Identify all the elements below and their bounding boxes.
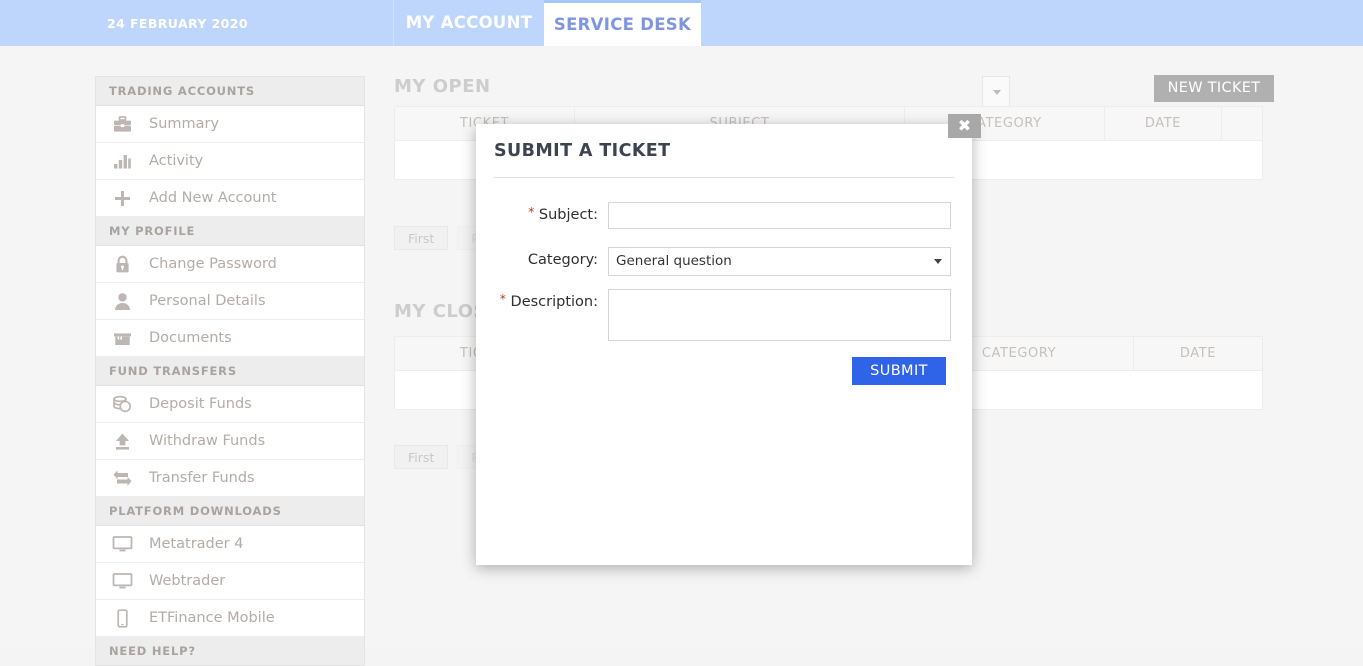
sidebar-item-personal-details[interactable]: Personal Details [96, 283, 364, 320]
category-label: Category: [476, 247, 608, 273]
sidebar-item-label: Deposit Funds [149, 396, 252, 412]
required-asterisk: * [528, 205, 534, 219]
mobile-icon [96, 609, 149, 628]
top-navigation-bar: 24 FEBRUARY 2020 MY ACCOUNT SERVICE DESK [0, 0, 1363, 46]
modal-title: SUBMIT A TICKET [494, 141, 671, 161]
sidebar-item-transfer-funds[interactable]: Transfer Funds [96, 460, 364, 497]
plus-icon [96, 189, 149, 208]
pagination-first-button[interactable]: First [394, 226, 448, 250]
tab-service-desk[interactable]: SERVICE DESK [544, 0, 701, 46]
sidebar-item-summary[interactable]: Summary [96, 106, 364, 143]
sidebar-item-metatrader-4[interactable]: Metatrader 4 [96, 526, 364, 563]
sidebar-item-label: Activity [149, 153, 203, 169]
close-icon[interactable]: ✖ [948, 114, 981, 138]
pagination-first-button[interactable]: First [394, 445, 448, 469]
column-header-actions [1222, 107, 1262, 140]
open-tickets-heading: MY OPEN [394, 76, 491, 97]
sidebar-item-label: Withdraw Funds [149, 433, 265, 449]
folder-icon [96, 330, 149, 347]
subject-field-row: * Subject: [476, 202, 951, 229]
required-asterisk: * [500, 292, 506, 306]
sidebar-group-platform-downloads: PLATFORM DOWNLOADS [96, 497, 364, 526]
open-tickets-filter-select[interactable] [982, 76, 1010, 108]
sidebar-group-fund-transfers: FUND TRANSFERS [96, 357, 364, 386]
chevron-down-icon [934, 259, 942, 264]
bar-chart-icon [96, 153, 149, 170]
sidebar-item-label: Metatrader 4 [149, 536, 243, 552]
category-selected-value: General question [616, 253, 732, 269]
sidebar: TRADING ACCOUNTS Summary Activity Add Ne… [95, 76, 365, 666]
exchange-icon [96, 469, 149, 488]
coins-icon [96, 395, 149, 413]
sidebar-item-documents[interactable]: Documents [96, 320, 364, 357]
upload-icon [96, 432, 149, 451]
briefcase-icon [96, 116, 149, 133]
description-field-row: * Description: [476, 289, 951, 341]
sidebar-item-label: ETFinance Mobile [149, 610, 275, 626]
submit-button[interactable]: SUBMIT [852, 357, 946, 385]
sidebar-group-my-profile: MY PROFILE [96, 217, 364, 246]
chevron-down-icon [993, 90, 1001, 95]
sidebar-item-activity[interactable]: Activity [96, 143, 364, 180]
sidebar-group-trading-accounts: TRADING ACCOUNTS [96, 77, 364, 106]
subject-label-text: Subject: [539, 207, 598, 223]
tab-my-account[interactable]: MY ACCOUNT [394, 0, 544, 46]
sidebar-item-deposit-funds[interactable]: Deposit Funds [96, 386, 364, 423]
user-icon [96, 292, 149, 311]
description-label-text: Description: [511, 294, 598, 310]
column-header-date: DATE [1134, 337, 1262, 370]
lock-icon [96, 255, 149, 274]
category-field-row: Category: General question [476, 247, 951, 276]
page-body: TRADING ACCOUNTS Summary Activity Add Ne… [0, 46, 1363, 647]
sidebar-item-change-password[interactable]: Change Password [96, 246, 364, 283]
subject-input[interactable] [608, 202, 951, 229]
sidebar-item-label: Add New Account [149, 190, 276, 206]
sidebar-item-add-new-account[interactable]: Add New Account [96, 180, 364, 217]
sidebar-item-label: Change Password [149, 256, 277, 272]
current-date-label: 24 FEBRUARY 2020 [107, 16, 248, 31]
submit-ticket-modal: SUBMIT A TICKET * Subject: Category: Gen… [476, 124, 972, 565]
modal-divider [494, 177, 954, 178]
description-textarea[interactable] [608, 289, 951, 341]
new-ticket-button[interactable]: NEW TICKET [1154, 75, 1274, 102]
sidebar-item-label: Summary [149, 116, 219, 132]
category-select[interactable]: General question [608, 247, 951, 276]
sidebar-item-withdraw-funds[interactable]: Withdraw Funds [96, 423, 364, 460]
sidebar-group-need-help: NEED HELP? [96, 637, 364, 666]
monitor-icon [96, 572, 149, 590]
column-header-date: DATE [1105, 107, 1222, 140]
monitor-icon [96, 535, 149, 553]
sidebar-item-label: Transfer Funds [149, 470, 255, 486]
subject-label: * Subject: [476, 202, 608, 228]
sidebar-item-label: Webtrader [149, 573, 225, 589]
sidebar-item-label: Personal Details [149, 293, 266, 309]
sidebar-item-label: Documents [149, 330, 232, 346]
sidebar-item-etfinance-mobile[interactable]: ETFinance Mobile [96, 600, 364, 637]
description-label: * Description: [476, 289, 608, 315]
sidebar-item-webtrader[interactable]: Webtrader [96, 563, 364, 600]
